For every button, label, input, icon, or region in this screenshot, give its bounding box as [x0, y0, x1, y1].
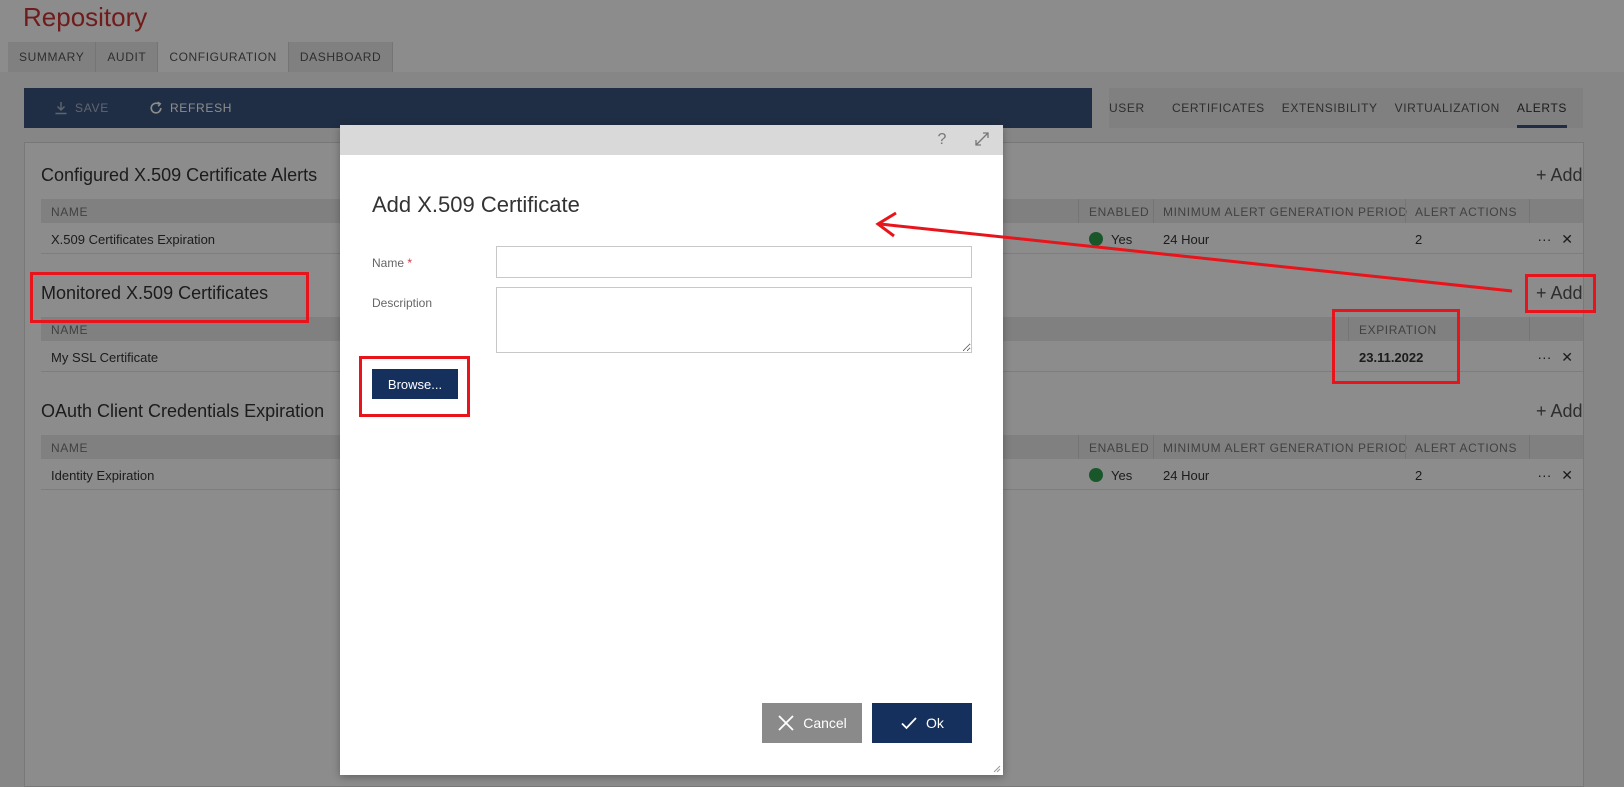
maximize-icon[interactable]: [972, 130, 992, 150]
dialog-title-bar: ?: [340, 125, 1003, 155]
add-certificate-dialog: ? Add X.509 Certificate Name * Descripti…: [340, 125, 1003, 775]
required-mark: *: [407, 256, 413, 270]
highlight-browse-button: [359, 356, 470, 417]
ok-button[interactable]: Ok: [872, 703, 972, 743]
cancel-label: Cancel: [803, 715, 847, 731]
close-icon: [778, 715, 794, 731]
description-field-label: Description: [372, 296, 433, 310]
checkmark-icon: [901, 717, 917, 730]
page: Repository SUMMARY AUDIT CONFIGURATION D…: [0, 0, 1624, 787]
name-field-label: Name *: [372, 256, 413, 270]
highlight-add-link: [1525, 274, 1596, 313]
ok-label: Ok: [926, 715, 944, 731]
dialog-title: Add X.509 Certificate: [372, 192, 580, 217]
cancel-button[interactable]: Cancel: [762, 703, 862, 743]
name-input[interactable]: [496, 246, 972, 278]
resize-grip-icon[interactable]: [991, 763, 1001, 773]
highlight-expiration: [1332, 309, 1460, 384]
description-input[interactable]: [496, 287, 972, 353]
highlight-monitored-title: [30, 272, 309, 323]
help-icon[interactable]: ?: [932, 130, 952, 150]
